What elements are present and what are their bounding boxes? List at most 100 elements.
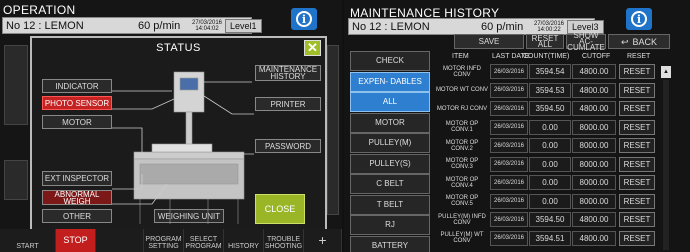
info-button[interactable]: i	[626, 8, 652, 30]
row-last-date: 26/03/2016	[490, 175, 528, 190]
background-panel	[4, 160, 28, 200]
row-cutoff: 8000.00	[572, 193, 616, 209]
category-button[interactable]: BATTERY	[350, 235, 430, 252]
stop-button[interactable]: STOP	[56, 229, 96, 252]
row-item-label: MOTOR OP CONV.5	[445, 195, 479, 207]
category-button[interactable]: C BELT	[350, 174, 430, 194]
scroll-up-icon[interactable]: ▲	[661, 66, 671, 78]
row-reset-button[interactable]: RESET	[619, 101, 655, 116]
time-text: 14:04:02	[195, 26, 219, 32]
history-placeholder	[96, 229, 144, 252]
row-last-date: 26/03/2016	[490, 82, 528, 98]
close-icon[interactable]: ✕	[304, 40, 321, 56]
program-setting-button[interactable]: PROGRAM SETTING	[144, 229, 184, 252]
time-text: 14:00:22	[537, 27, 561, 33]
row-reset-button[interactable]: RESET	[619, 82, 655, 98]
printer-button[interactable]: PRINTER	[255, 97, 321, 111]
password-button[interactable]: PASSWORD	[255, 139, 321, 153]
back-arrow-icon: ↩	[620, 36, 629, 47]
row-count: 0.00	[529, 175, 571, 190]
row-cutoff: 4800.00	[572, 212, 616, 227]
info-icon: i	[631, 11, 647, 27]
row-item-label: PULLEY(M) INFD CONV	[438, 213, 486, 226]
row-count: 0.00	[529, 156, 571, 172]
category-button[interactable]: MOTOR	[350, 112, 430, 133]
close-button[interactable]: CLOSE	[255, 194, 305, 224]
row-count: 3594.50	[529, 212, 571, 227]
indicator-button[interactable]: INDICATOR	[42, 79, 112, 93]
category-button[interactable]: RJ	[350, 215, 430, 235]
row-item-label: MOTOR OP CONV.4	[445, 176, 479, 189]
row-item-label: MOTOR RJ CONV	[436, 105, 488, 112]
row-reset-button[interactable]: RESET	[619, 119, 655, 135]
row-item-label: MOTOR WT CONV	[435, 87, 489, 93]
product-name: No 12 : LEMON	[352, 20, 430, 33]
history-button[interactable]: HISTORY	[224, 229, 264, 252]
row-cutoff: 8000.00	[572, 175, 616, 190]
bottom-toolbar: START STOP PROGRAM SETTING SELECT PROGRA…	[0, 229, 342, 252]
info-button[interactable]: i	[291, 8, 317, 30]
row-count: 0.00	[529, 138, 571, 153]
screen-title: OPERATION	[3, 3, 76, 17]
maintenance-history-screen: MAINTENANCE HISTORY No 12 : LEMON 60 p/m…	[344, 0, 690, 252]
trouble-shooting-button[interactable]: TROUBLE SHOOTING	[264, 229, 304, 252]
row-reset-button[interactable]: RESET	[619, 230, 655, 246]
dialog-title: STATUS	[156, 42, 201, 54]
status-dialog: STATUS ✕ INDICATOR PHOTO SENSOR MOTOR EX…	[30, 36, 327, 232]
start-button[interactable]: START	[0, 229, 56, 252]
speed-readout: 60 p/min	[138, 19, 181, 32]
category-button[interactable]: ALL	[350, 92, 430, 112]
row-reset-button[interactable]: RESET	[619, 175, 655, 190]
ext-inspector-button[interactable]: EXT INSPECTOR	[42, 171, 112, 186]
row-reset-button[interactable]: RESET	[619, 64, 655, 79]
plus-icon[interactable]: +	[304, 229, 342, 252]
row-last-date: 26/03/2016	[490, 230, 528, 246]
row-last-date: 26/03/2016	[490, 193, 528, 209]
header-bar: No 12 : LEMON 60 p/min 27/03/2016 14:04:…	[2, 17, 262, 34]
info-icon: i	[296, 11, 312, 27]
other-button[interactable]: OTHER	[42, 209, 112, 223]
row-reset-button[interactable]: RESET	[619, 212, 655, 227]
back-button[interactable]: ↩ BACK	[608, 34, 670, 49]
row-cutoff: 4800.00	[572, 64, 616, 79]
checkweigher-illustration	[112, 71, 254, 224]
row-reset-button[interactable]: RESET	[619, 138, 655, 153]
column-header-item: ITEM	[452, 53, 469, 60]
category-button[interactable]: EXPEN- DABLES	[350, 71, 430, 92]
column-header-reset: RESET	[627, 53, 651, 60]
save-button[interactable]: SAVE	[454, 34, 524, 49]
row-count: 3594.53	[529, 82, 571, 98]
motor-button[interactable]: MOTOR	[42, 115, 112, 129]
row-reset-button[interactable]: RESET	[619, 156, 655, 172]
category-button[interactable]: T BELT	[350, 194, 430, 215]
row-cutoff: 4800.00	[572, 82, 616, 98]
row-item-label: PULLEY(M) WT CONV	[440, 232, 484, 244]
category-button[interactable]: PULLEY(S)	[350, 153, 430, 174]
category-button[interactable]: CHECK	[350, 51, 430, 71]
show-accumulate-button[interactable]: SHOW AC- CUMLATE	[566, 31, 606, 51]
row-last-date: 26/03/2016	[490, 101, 528, 116]
maintenance-history-button[interactable]: MAINTENANCE HISTORY	[255, 65, 321, 81]
row-last-date: 26/03/2016	[490, 212, 528, 227]
row-cutoff: 4800.00	[572, 101, 616, 116]
reset-all-button[interactable]: RESET ALL	[526, 34, 564, 49]
photo-sensor-button[interactable]: PHOTO SENSOR	[42, 96, 112, 110]
row-cutoff: 4800.00	[572, 230, 616, 246]
category-button[interactable]: PULLEY(M)	[350, 133, 430, 153]
background-panel	[327, 45, 339, 215]
row-item-label: MOTOR OP CONV.2	[445, 139, 479, 152]
row-last-date: 26/03/2016	[490, 64, 528, 79]
header-date: 27/03/2016 14:04:02	[191, 20, 223, 32]
row-item-label: MOTOR OP CONV.1	[445, 121, 479, 133]
row-cutoff: 8000.00	[572, 156, 616, 172]
row-cutoff: 8000.00	[572, 119, 616, 135]
row-count: 3594.50	[529, 101, 571, 116]
abnormal-weigh-button[interactable]: ABNORMAL WEIGH	[42, 190, 112, 205]
background-panel	[4, 45, 28, 125]
row-reset-button[interactable]: RESET	[619, 193, 655, 209]
scrollbar[interactable]	[663, 80, 669, 250]
header-date: 27/03/2016 14:00:22	[533, 21, 565, 33]
select-program-button[interactable]: SELECT PROGRAM	[184, 229, 224, 252]
row-last-date: 26/03/2016	[490, 156, 528, 172]
user-level[interactable]: Level1	[225, 19, 262, 33]
